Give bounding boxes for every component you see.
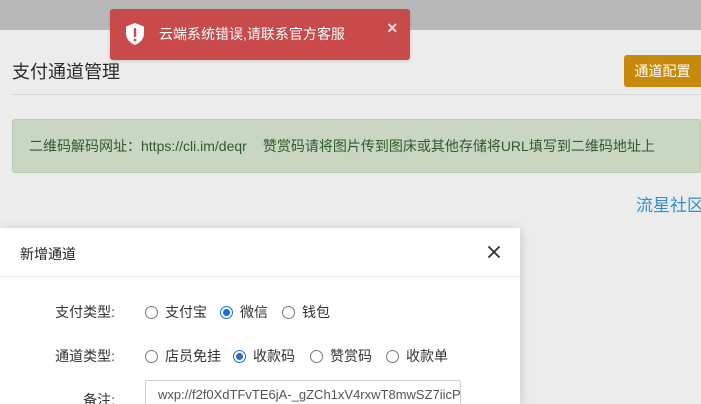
- radio-button-checked[interactable]: [233, 349, 246, 363]
- divider: [12, 94, 701, 95]
- shield-exclamation-icon: [126, 23, 144, 45]
- remark-input[interactable]: wxp://f2f0XdTFvTE6jA-_gZCh1xV4rxwT8mwSZ7…: [145, 380, 461, 404]
- toast-close-icon[interactable]: ×: [387, 19, 398, 37]
- radio-label: 钱包: [302, 304, 330, 320]
- radio-button[interactable]: [310, 349, 323, 363]
- radio-label: 支付宝: [165, 304, 207, 320]
- channel-type-option-clerk[interactable]: 店员免挂: [145, 346, 221, 366]
- error-toast: 云端系统错误,请联系官方客服 ×: [110, 9, 410, 60]
- radio-button[interactable]: [386, 349, 399, 363]
- radio-button-checked[interactable]: [220, 305, 233, 319]
- radio-label: 店员免挂: [165, 348, 221, 364]
- radio-button[interactable]: [145, 349, 158, 363]
- radio-label: 赞赏码: [330, 348, 372, 364]
- pay-type-option-wallet[interactable]: 钱包: [282, 302, 330, 322]
- dialog-title: 新增通道: [20, 246, 76, 262]
- channel-type-option-payment-code[interactable]: 收款码: [233, 346, 295, 366]
- dialog-header: 新增通道: [0, 228, 520, 277]
- pay-type-label: 支付类型:: [55, 304, 115, 320]
- notice-reward-hint: 赞赏码请将图片传到图床或其他存储将URL填写到二维码地址上: [262, 138, 655, 154]
- toast-message: 云端系统错误,请联系官方客服: [159, 26, 345, 42]
- channel-type-option-bill[interactable]: 收款单: [386, 346, 448, 366]
- close-icon[interactable]: [486, 244, 502, 260]
- remark-label: 备注:: [83, 392, 115, 404]
- radio-label: 收款单: [406, 348, 448, 364]
- community-link[interactable]: 流星社区: [636, 191, 701, 216]
- channel-type-label: 通道类型:: [55, 348, 115, 364]
- page-title: 支付通道管理: [12, 62, 120, 82]
- radio-label: 收款码: [253, 348, 295, 364]
- channel-type-option-reward-code[interactable]: 赞赏码: [310, 346, 372, 366]
- info-notice: 二维码解码网址：https://cli.im/deqr 赞赏码请将图片传到图床或其…: [12, 119, 701, 173]
- pay-type-option-alipay[interactable]: 支付宝: [145, 302, 207, 322]
- channel-config-button[interactable]: 通道配置: [624, 55, 701, 87]
- radio-label: 微信: [240, 304, 268, 320]
- pay-type-option-wechat[interactable]: 微信: [220, 302, 268, 322]
- radio-button[interactable]: [145, 305, 158, 319]
- radio-button[interactable]: [282, 305, 295, 319]
- notice-decode-url: 二维码解码网址：https://cli.im/deqr: [29, 138, 247, 154]
